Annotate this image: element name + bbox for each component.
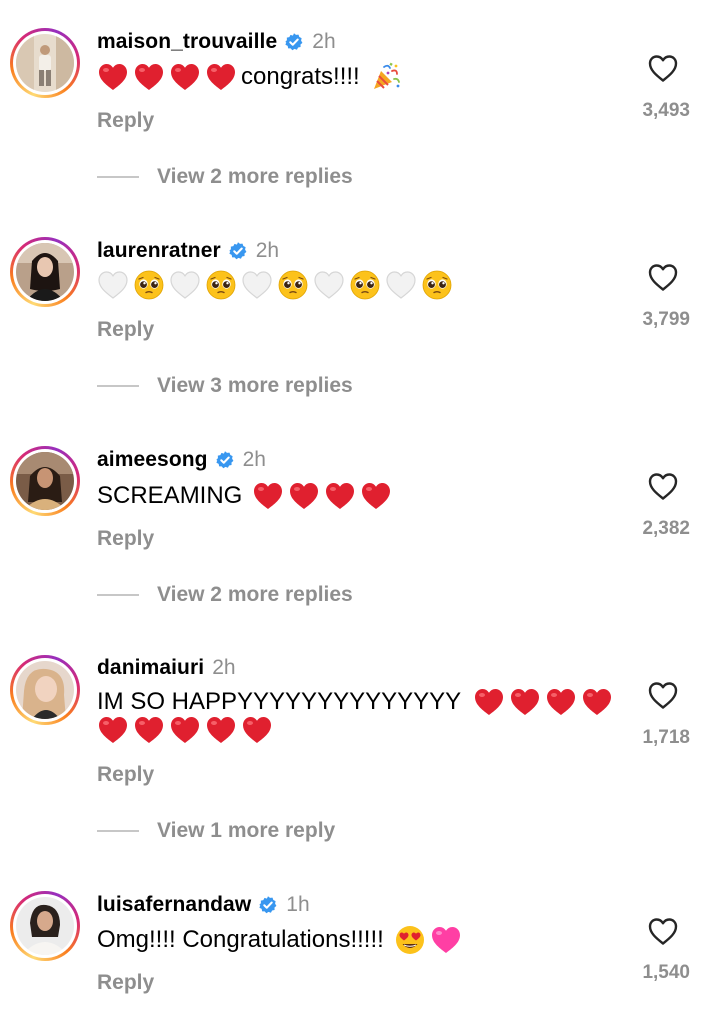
comment-text-continued — [97, 714, 277, 746]
timestamp: 2h — [312, 30, 336, 53]
red-heart-emoji — [205, 714, 237, 746]
red-heart-emoji — [169, 714, 201, 746]
verified-badge-icon — [284, 32, 304, 52]
view-replies-label: View 3 more replies — [157, 374, 353, 397]
red-heart-emoji — [205, 61, 237, 93]
heart-outline-icon[interactable] — [647, 916, 679, 946]
red-heart-emoji — [169, 61, 201, 93]
view-replies-button[interactable]: View 2 more replies — [97, 583, 353, 607]
reply-button[interactable]: Reply — [97, 527, 154, 551]
red-heart-emoji — [581, 686, 613, 718]
party-popper-emoji — [370, 61, 402, 93]
verified-badge-icon — [258, 895, 278, 915]
red-heart-emoji — [241, 714, 273, 746]
comment-body: congrats!!!! — [241, 63, 360, 90]
red-heart-emoji — [473, 686, 505, 718]
avatar[interactable] — [10, 446, 80, 516]
username[interactable]: aimeesong — [97, 447, 208, 473]
comment-text — [97, 269, 457, 301]
pleading-face-emoji — [205, 269, 237, 301]
divider — [97, 830, 139, 832]
red-heart-emoji — [97, 61, 129, 93]
timestamp: 2h — [255, 239, 280, 262]
divider — [97, 176, 139, 178]
heart-outline-icon[interactable] — [647, 471, 679, 501]
comment-text: SCREAMING — [97, 478, 396, 514]
red-heart-emoji — [97, 714, 129, 746]
comment-body: Omg!!!! Congratulations!!!!! — [97, 926, 384, 953]
red-heart-emoji — [133, 714, 165, 746]
red-heart-emoji — [252, 480, 284, 512]
reply-button[interactable]: Reply — [97, 763, 154, 787]
reply-button[interactable]: Reply — [97, 971, 154, 995]
view-replies-button[interactable]: View 1 more reply — [97, 819, 335, 843]
timestamp: 1h — [286, 893, 310, 916]
red-heart-emoji — [360, 480, 392, 512]
pleading-face-emoji — [421, 269, 453, 301]
view-replies-button[interactable]: View 2 more replies — [97, 165, 353, 189]
like-count: 1,540 — [642, 962, 690, 983]
heart-outline-icon[interactable] — [647, 53, 679, 83]
comment-text: Omg!!!! Congratulations!!!!! — [97, 922, 466, 958]
timestamp: 2h — [212, 656, 236, 679]
like-count: 1,718 — [642, 727, 690, 748]
pleading-face-emoji — [349, 269, 381, 301]
reply-button[interactable]: Reply — [97, 318, 154, 342]
pleading-face-emoji — [133, 269, 165, 301]
username[interactable]: laurenratner — [97, 238, 221, 264]
avatar[interactable] — [10, 655, 80, 725]
like-count: 3,493 — [642, 100, 690, 121]
white-heart-emoji — [313, 269, 345, 301]
avatar[interactable] — [10, 28, 80, 98]
white-heart-emoji — [241, 269, 273, 301]
white-heart-emoji — [169, 269, 201, 301]
heart-outline-icon[interactable] — [647, 680, 679, 710]
red-heart-emoji — [133, 61, 165, 93]
timestamp: 2h — [242, 448, 266, 471]
view-replies-label: View 2 more replies — [157, 165, 353, 188]
verified-badge-icon — [228, 241, 248, 261]
comment-text: congrats!!!! — [97, 59, 406, 95]
avatar[interactable] — [10, 891, 80, 961]
red-heart-emoji — [324, 480, 356, 512]
pleading-face-emoji — [277, 269, 309, 301]
divider — [97, 594, 139, 596]
username[interactable]: maison_trouvaille — [97, 29, 277, 55]
view-replies-label: View 1 more reply — [157, 819, 336, 842]
heart-eyes-emoji — [394, 924, 426, 956]
white-heart-emoji — [385, 269, 417, 301]
view-replies-button[interactable]: View 3 more replies — [97, 374, 353, 398]
view-replies-label: View 2 more replies — [157, 583, 353, 606]
red-heart-emoji — [509, 686, 541, 718]
avatar[interactable] — [10, 237, 80, 307]
heart-outline-icon[interactable] — [647, 262, 679, 292]
white-heart-emoji — [97, 269, 129, 301]
red-heart-emoji — [545, 686, 577, 718]
like-count: 2,382 — [642, 518, 690, 539]
pink-heart-emoji — [430, 924, 462, 956]
username[interactable]: luisafernandaw — [97, 892, 251, 918]
verified-badge-icon — [215, 450, 235, 470]
red-heart-emoji — [288, 480, 320, 512]
like-count: 3,799 — [642, 309, 690, 330]
comment-body: SCREAMING — [97, 482, 243, 509]
reply-button[interactable]: Reply — [97, 109, 154, 133]
comments-feed: maison_trouvaille 2h congrats!!!! Reply … — [0, 0, 714, 1024]
divider — [97, 385, 139, 387]
username[interactable]: danimaiuri — [97, 655, 204, 681]
